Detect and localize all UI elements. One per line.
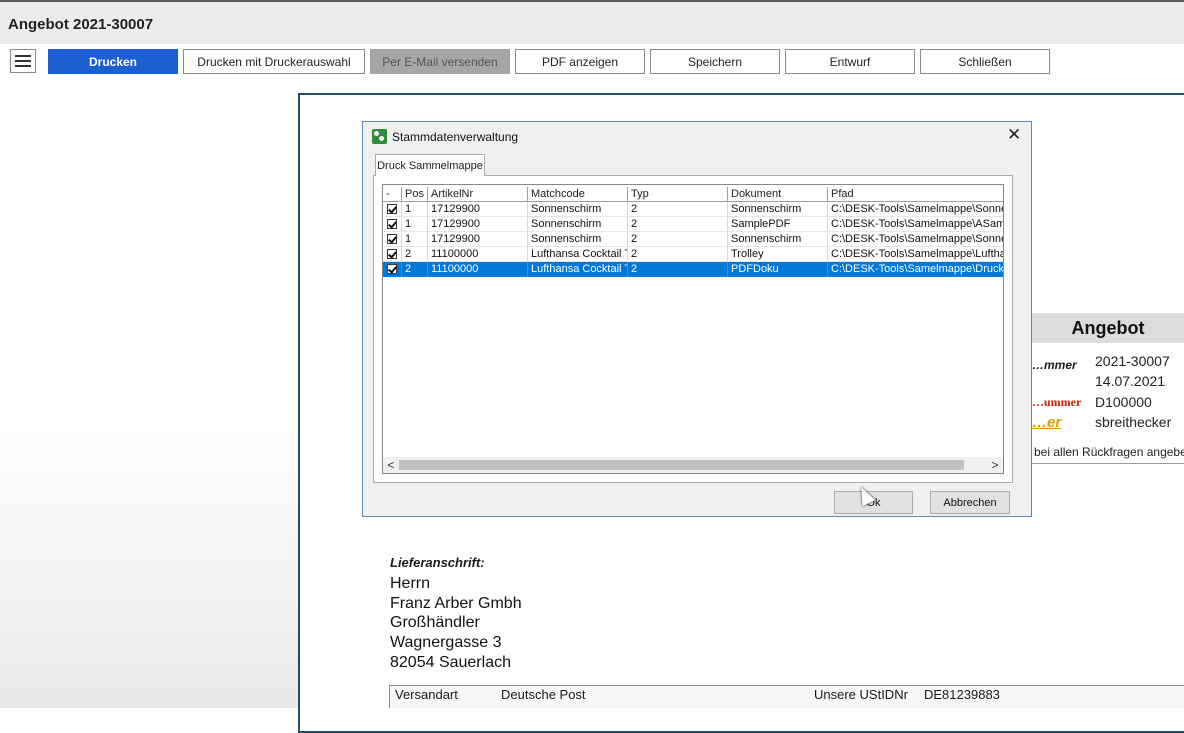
row-checkbox[interactable] <box>383 202 402 217</box>
cell-matchcode: Sonnenschirm <box>528 217 628 232</box>
cell-pos: 2 <box>402 247 428 262</box>
doc-field-value: sbreithecker <box>1095 414 1172 430</box>
table-row[interactable]: 1 17129900 Sonnenschirm 2 Sonnenschirm C… <box>383 232 1003 247</box>
vat-value: DE81239883 <box>924 687 1000 702</box>
checkbox-checked-icon[interactable] <box>387 204 397 214</box>
checkbox-checked-icon[interactable] <box>387 264 397 274</box>
cell-matchcode: Lufthansa Cocktail T <box>528 262 628 277</box>
table-row-selected[interactable]: 2 11100000 Lufthansa Cocktail T 2 PDFDok… <box>383 262 1003 277</box>
address-line: Herrn <box>390 575 431 592</box>
cell-typ: 2 <box>628 262 728 277</box>
shipping-label: Versandart <box>395 687 458 702</box>
horizontal-scrollbar[interactable]: < > <box>383 457 1003 473</box>
table-row[interactable]: 1 17129900 Sonnenschirm 2 SamplePDF C:\D… <box>383 217 1003 232</box>
cell-pos: 1 <box>402 232 428 247</box>
cell-pos: 1 <box>402 202 428 217</box>
doc-field-label: …ummer <box>1032 395 1082 409</box>
delivery-address-title: Lieferanschrift: <box>390 555 485 570</box>
cell-pos: 2 <box>402 262 428 277</box>
cell-pfad: C:\DESK-Tools\Samelmappe\Luftha <box>828 247 1003 262</box>
doc-field-value: 2021-30007 <box>1095 353 1170 369</box>
doc-field-value: D100000 <box>1095 394 1152 410</box>
cell-typ: 2 <box>628 217 728 232</box>
print-button[interactable]: Drucken <box>48 49 178 74</box>
cancel-button[interactable]: Abbrechen <box>930 491 1010 514</box>
address-line: Großhändler <box>390 614 480 631</box>
scrollbar-thumb[interactable] <box>399 460 964 470</box>
row-checkbox[interactable] <box>383 232 402 247</box>
cell-pfad: C:\DESK-Tools\Samelmappe\ASam <box>828 217 1003 232</box>
cell-typ: 2 <box>628 202 728 217</box>
grid-header: - Pos ArtikelNr Matchcode Typ Dokument P… <box>383 187 1003 202</box>
divider <box>1032 463 1184 464</box>
cell-artikelnr: 17129900 <box>428 217 528 232</box>
doc-field-label: …mmer <box>1032 358 1077 372</box>
cell-matchcode: Lufthansa Cocktail T <box>528 247 628 262</box>
window-titlebar: Angebot 2021-30007 <box>0 0 1184 44</box>
save-button[interactable]: Speichern <box>650 49 780 74</box>
cell-matchcode: Sonnenschirm <box>528 232 628 247</box>
row-checkbox[interactable] <box>383 247 402 262</box>
print-with-printer-select-button[interactable]: Drucken mit Druckerauswahl <box>183 49 365 74</box>
doc-field-label: …er <box>1032 414 1062 431</box>
tab-panel: - Pos ArtikelNr Matchcode Typ Dokument P… <box>373 175 1013 483</box>
column-header-matchcode[interactable]: Matchcode <box>528 187 628 202</box>
checkbox-checked-icon[interactable] <box>387 234 397 244</box>
column-header-check[interactable]: - <box>383 187 402 202</box>
cell-artikelnr: 17129900 <box>428 232 528 247</box>
cell-dokument: Sonnenschirm <box>728 232 828 247</box>
vat-label: Unsere UStIDNr <box>814 687 908 702</box>
shipping-value: Deutsche Post <box>501 687 586 702</box>
cell-dokument: PDFDoku <box>728 262 828 277</box>
scroll-left-icon[interactable]: < <box>383 457 399 473</box>
cell-pfad: C:\DESK-Tools\Samelmappe\Sonne <box>828 232 1003 247</box>
window-title: Angebot 2021-30007 <box>8 16 154 33</box>
cell-artikelnr: 11100000 <box>428 262 528 277</box>
tab-print-collection[interactable]: Druck Sammelmappe <box>375 154 485 176</box>
cell-pfad: C:\DESK-Tools\Samelmappe\Sonne <box>828 202 1003 217</box>
close-icon[interactable]: ✕ <box>1007 125 1021 145</box>
column-header-typ[interactable]: Typ <box>628 187 728 202</box>
dialog-title: Stammdatenverwaltung <box>392 130 519 144</box>
address-line: Franz Arber Gmbh <box>390 595 522 612</box>
address-line: 82054 Sauerlach <box>390 654 511 671</box>
send-email-button[interactable]: Per E-Mail versenden <box>370 49 510 74</box>
ok-button[interactable]: Ok <box>834 491 913 514</box>
reference-note: bei allen Rückfragen angebe <box>1034 445 1184 459</box>
left-panel <box>0 84 298 708</box>
column-header-dokument[interactable]: Dokument <box>728 187 828 202</box>
cell-dokument: Sonnenschirm <box>728 202 828 217</box>
row-checkbox[interactable] <box>383 217 402 232</box>
cell-artikelnr: 11100000 <box>428 247 528 262</box>
cell-pos: 1 <box>402 217 428 232</box>
master-data-dialog: Stammdatenverwaltung ✕ Druck Sammelmappe… <box>362 121 1032 517</box>
address-line: Wagnergasse 3 <box>390 634 502 651</box>
documents-grid: - Pos ArtikelNr Matchcode Typ Dokument P… <box>382 184 1004 474</box>
row-checkbox[interactable] <box>383 262 402 277</box>
cell-dokument: Trolley <box>728 247 828 262</box>
close-button[interactable]: Schließen <box>920 49 1050 74</box>
table-row[interactable]: 2 11100000 Lufthansa Cocktail T 2 Trolle… <box>383 247 1003 262</box>
checkbox-checked-icon[interactable] <box>387 219 397 229</box>
checkbox-checked-icon[interactable] <box>387 249 397 259</box>
draft-button[interactable]: Entwurf <box>785 49 915 74</box>
column-header-artikelnr[interactable]: ArtikelNr <box>428 187 528 202</box>
cell-dokument: SamplePDF <box>728 217 828 232</box>
column-header-pfad[interactable]: Pfad <box>828 187 1003 202</box>
cell-typ: 2 <box>628 247 728 262</box>
hamburger-icon[interactable] <box>10 49 36 73</box>
document-heading: Angebot <box>1032 313 1184 343</box>
doc-field-value: 14.07.2021 <box>1095 373 1166 389</box>
cell-matchcode: Sonnenschirm <box>528 202 628 217</box>
table-row[interactable]: 1 17129900 Sonnenschirm 2 Sonnenschirm C… <box>383 202 1003 217</box>
show-pdf-button[interactable]: PDF anzeigen <box>515 49 645 74</box>
cell-pfad: C:\DESK-Tools\Samelmappe\Druck <box>828 262 1003 277</box>
cell-typ: 2 <box>628 232 728 247</box>
app-icon <box>372 129 387 144</box>
shipping-row: Versandart Deutsche Post Unsere UStIDNr … <box>389 685 1184 708</box>
column-header-pos[interactable]: Pos <box>402 187 428 202</box>
scroll-right-icon[interactable]: > <box>987 457 1003 473</box>
cell-artikelnr: 17129900 <box>428 202 528 217</box>
